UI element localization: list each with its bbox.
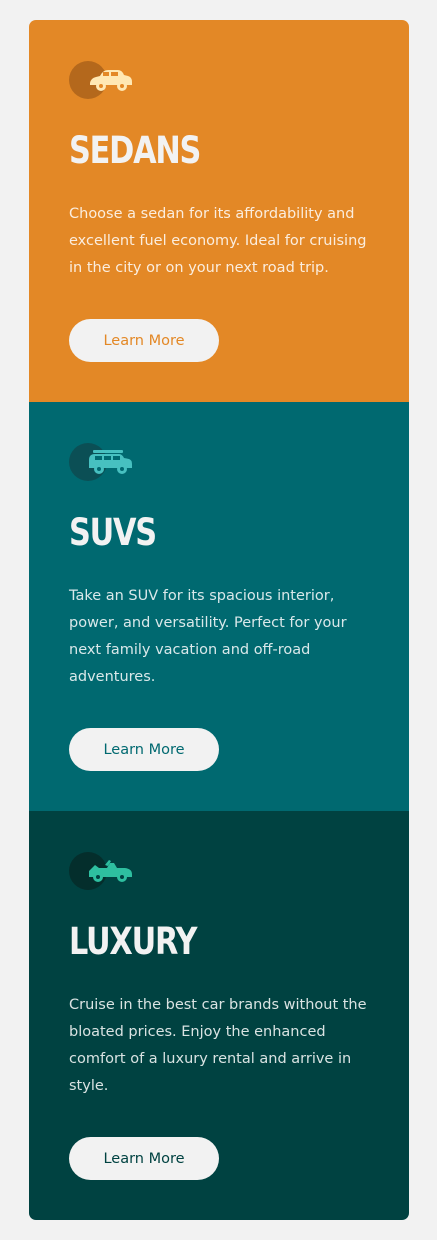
card-description: Choose a sedan for its affordability and… [69,206,367,276]
card-title: SEDANS [69,129,201,172]
sedan-icon-wrap [69,60,135,100]
suv-car-icon [89,450,132,474]
luxury-card: LUXURY Cruise in the best car brands wit… [29,811,409,1220]
luxury-icon-wrap [69,851,135,891]
learn-more-button[interactable]: Learn More [69,1137,219,1180]
suv-icon-wrap [69,442,135,482]
sedans-card: SEDANS Choose a sedan for its affordabil… [29,20,409,402]
card-title: LUXURY [69,920,197,963]
luxury-car-icon [89,860,132,882]
suvs-card: SUVS Take an SUV for its spacious interi… [29,402,409,811]
sedan-car-icon [90,70,132,91]
learn-more-button[interactable]: Learn More [69,319,219,362]
card-description: Take an SUV for its spacious interior, p… [69,588,347,685]
card-title: SUVS [69,511,157,554]
car-cards-container: SEDANS Choose a sedan for its affordabil… [29,20,409,1220]
learn-more-button[interactable]: Learn More [69,728,219,771]
card-description: Cruise in the best car brands without th… [69,997,367,1094]
